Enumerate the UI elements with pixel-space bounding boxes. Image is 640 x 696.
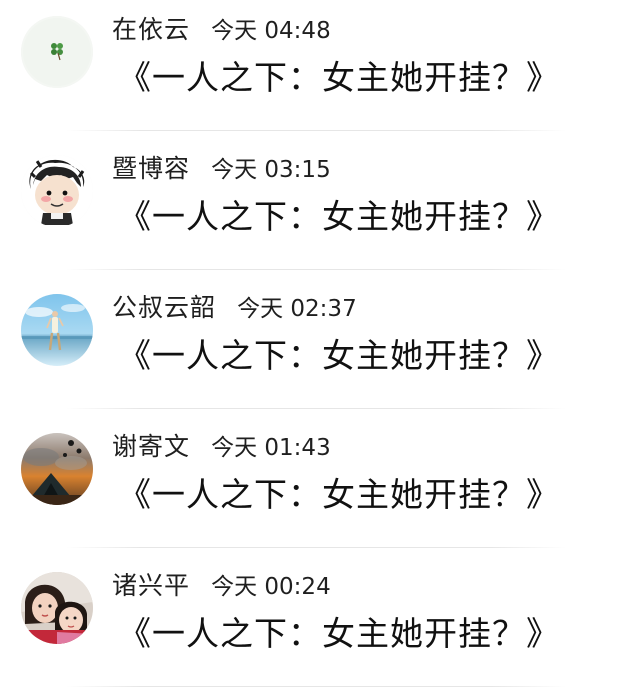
avatar[interactable] [21,433,93,505]
comment-item[interactable]: 暨博容 今天 03:15 《一人之下：女主她开挂？》 [0,131,640,270]
avatar[interactable] [21,16,93,88]
comment-meta: 诸兴平 今天 00:24 [112,570,331,602]
comment-meta: 谢寄文 今天 01:43 [112,431,331,463]
comment-item[interactable]: 谢寄文 今天 01:43 《一人之下：女主她开挂？》 [0,409,640,548]
comment-meta: 在依云 今天 04:48 [112,14,331,46]
avatar[interactable] [21,572,93,644]
comment-meta: 公叔云韶 今天 02:37 [112,292,357,324]
username[interactable]: 暨博容 [112,154,190,183]
avatar[interactable] [21,155,93,227]
sunset-landscape-avatar [21,433,93,505]
comment-text: 《一人之下：女主她开挂？》 [118,58,560,97]
comment-text: 《一人之下：女主她开挂？》 [118,197,560,236]
two-girls-photo-avatar [21,572,93,644]
comment-list: 在依云 今天 04:48 《一人之下：女主她开挂？》 暨博容 今天 03:15 … [0,0,640,696]
username[interactable]: 谢寄文 [112,432,190,461]
comment-item[interactable]: 在依云 今天 04:48 《一人之下：女主她开挂？》 [0,0,640,131]
username[interactable]: 在依云 [112,15,190,44]
comment-item[interactable]: 诸兴平 今天 00:24 《一人之下：女主她开挂？》 [0,548,640,687]
cartoon-boy-avatar [21,155,93,227]
timestamp: 今天 03:15 [211,157,331,183]
divider [66,686,566,687]
username[interactable]: 公叔云韶 [112,293,216,322]
comment-text: 《一人之下：女主她开挂？》 [118,336,560,375]
clover-icon [21,16,93,88]
timestamp: 今天 01:43 [211,435,331,461]
comment-text: 《一人之下：女主她开挂？》 [118,614,560,653]
comment-meta: 暨博容 今天 03:15 [112,153,331,185]
sky-figure-avatar [21,294,93,366]
comment-text: 《一人之下：女主她开挂？》 [118,475,560,514]
timestamp: 今天 04:48 [211,18,331,44]
timestamp: 今天 00:24 [211,574,331,600]
comment-item[interactable]: 公叔云韶 今天 02:37 《一人之下：女主她开挂？》 [0,270,640,409]
username[interactable]: 诸兴平 [112,571,190,600]
timestamp: 今天 02:37 [237,296,357,322]
avatar[interactable] [21,294,93,366]
